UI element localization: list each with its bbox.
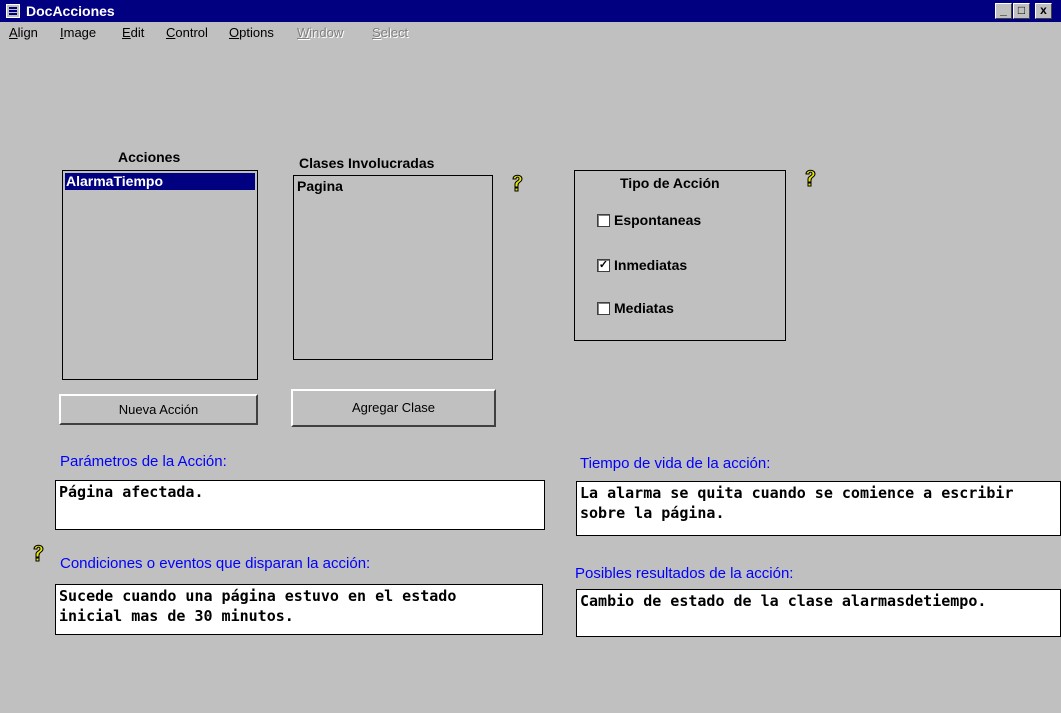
- espontaneas-label: Espontaneas: [614, 212, 702, 228]
- agregar-clase-button[interactable]: Agregar Clase: [291, 389, 496, 427]
- menu-window: Window: [297, 26, 343, 40]
- acciones-label: Acciones: [118, 149, 181, 165]
- acciones-list[interactable]: AlarmaTiempo: [62, 170, 258, 380]
- tipo-accion-label: Tipo de Acción: [620, 175, 720, 191]
- clases-list[interactable]: Pagina: [293, 175, 493, 360]
- menu-select-mnemonic: S: [372, 25, 381, 40]
- menu-control[interactable]: Control: [166, 26, 208, 40]
- menu-select: Select: [372, 26, 408, 40]
- menu-align-mnemonic: A: [9, 25, 18, 40]
- tipo-accion-group: Tipo de Acción Espontaneas ✓ Inmediatas …: [574, 170, 786, 341]
- checkbox-box[interactable]: ✓: [597, 259, 610, 272]
- menu-edit[interactable]: Edit: [122, 26, 144, 40]
- parametros-label: Parámetros de la Acción:: [60, 453, 227, 470]
- nueva-accion-button[interactable]: Nueva Acción: [59, 394, 258, 425]
- menu-options-mnemonic: O: [229, 25, 240, 40]
- parametros-field[interactable]: Página afectada.: [55, 480, 545, 530]
- checkbox-box[interactable]: [597, 302, 610, 315]
- tiempo-field[interactable]: La alarma se quita cuando se comience a …: [576, 481, 1061, 536]
- menu-options-label: ptions: [239, 25, 274, 40]
- close-button[interactable]: x: [1035, 3, 1052, 19]
- title-bar[interactable]: DocAcciones _ □ x: [0, 0, 1061, 22]
- maximize-button[interactable]: □: [1013, 3, 1030, 19]
- menu-window-label: indow: [309, 25, 344, 40]
- inmediatas-label: Inmediatas: [614, 257, 688, 273]
- resultados-field[interactable]: Cambio de estado de la clase alarmasdeti…: [576, 589, 1061, 637]
- clases-label: Clases Involucradas: [299, 155, 435, 171]
- resultados-label: Posibles resultados de la acción:: [575, 565, 794, 582]
- menu-align[interactable]: Align: [9, 26, 38, 40]
- list-item[interactable]: Pagina: [296, 178, 490, 195]
- menu-image[interactable]: Image: [60, 26, 96, 40]
- condiciones-label: Condiciones o eventos que disparan la ac…: [60, 555, 371, 572]
- list-item[interactable]: AlarmaTiempo: [65, 173, 255, 190]
- tiempo-label: Tiempo de vida de la acción:: [580, 455, 771, 472]
- clases-help-icon[interactable]: [509, 172, 525, 192]
- menu-window-mnemonic: W: [297, 25, 310, 40]
- mediatas-label: Mediatas: [614, 300, 674, 316]
- condiciones-field[interactable]: Sucede cuando una página estuvo en el es…: [55, 584, 543, 635]
- menu-image-label: mage: [63, 25, 97, 40]
- minimize-button[interactable]: _: [995, 3, 1012, 19]
- menu-options[interactable]: Options: [229, 26, 274, 40]
- menu-select-label: elect: [380, 25, 409, 40]
- menu-control-mnemonic: C: [166, 25, 176, 40]
- app-icon[interactable]: [6, 4, 20, 18]
- menu-edit-mnemonic: E: [122, 25, 131, 40]
- checkbox-box[interactable]: [597, 214, 610, 227]
- menu-bar: Align Image Edit Control Options Window …: [0, 22, 1061, 50]
- tipo-help-icon[interactable]: [802, 167, 818, 187]
- menu-edit-label: dit: [130, 25, 145, 40]
- menu-align-label: lign: [17, 25, 38, 40]
- menu-control-label: ontrol: [175, 25, 208, 40]
- condiciones-help-icon[interactable]: [30, 542, 46, 562]
- window-title: DocAcciones: [26, 3, 115, 19]
